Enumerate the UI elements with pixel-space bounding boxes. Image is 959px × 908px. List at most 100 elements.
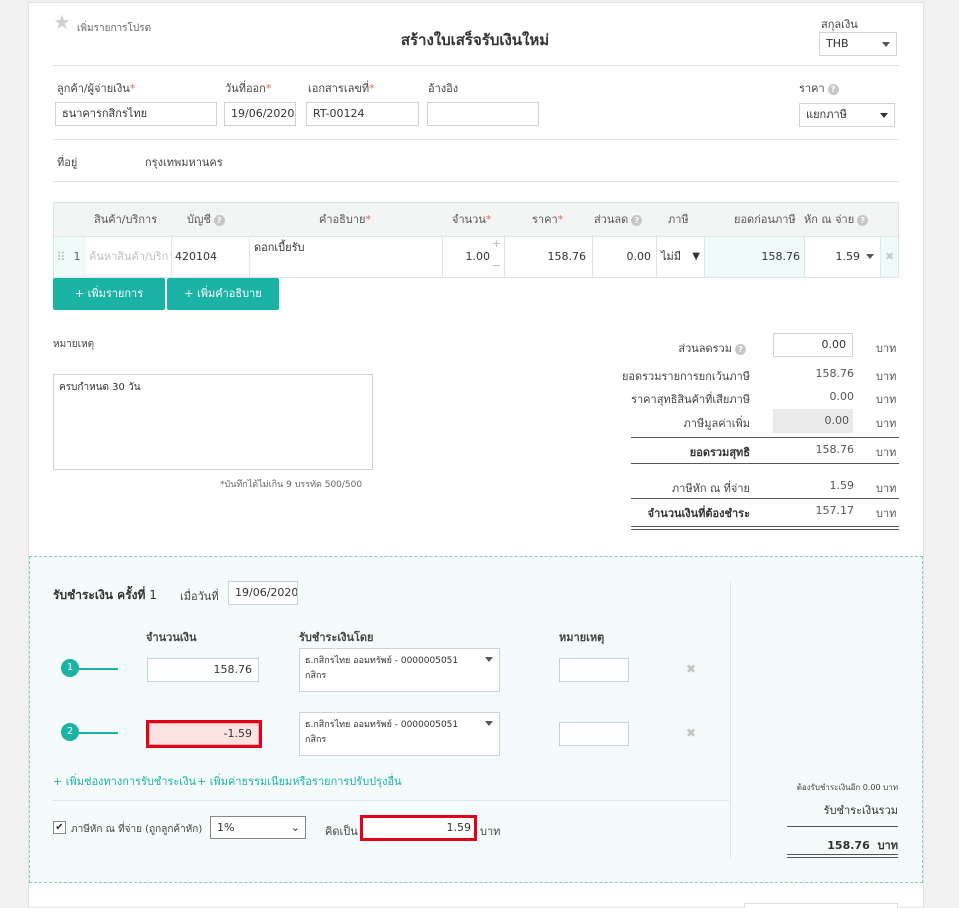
add-description-button[interactable]: + เพิ่มคำอธิบาย — [167, 278, 279, 310]
divider — [53, 139, 899, 140]
minus-icon[interactable]: − — [492, 246, 501, 277]
wht-checkbox-label: ภาษีหัก ณ ที่จ่าย (ถูกลูกค้าหัก) — [71, 824, 203, 835]
footer-bar — [744, 903, 898, 908]
wht-rate-select[interactable]: 1% ⌄ — [210, 816, 306, 839]
payment-total-rule — [787, 826, 898, 827]
customer-input[interactable]: ธนาคารกสิกรไทย — [55, 102, 217, 126]
col-pretax: ยอดก่อนภาษี — [734, 213, 796, 226]
wht-value: 1.59 — [829, 479, 855, 492]
amount-due-value: 157.17 — [815, 504, 855, 517]
vat-label: ภาษีมูลค่าเพิ่ม — [683, 417, 750, 430]
favorite-star-icon[interactable]: ★ — [53, 12, 71, 32]
price-input[interactable]: 158.76 — [505, 237, 593, 277]
remaining-label: ต้องรับชำระเงินอีก 0.00 บาท — [796, 783, 898, 792]
net-total-value: 158.76 — [815, 443, 855, 456]
address-label: ที่อยู่ — [57, 156, 78, 169]
payment-amount-input[interactable]: 158.76 — [147, 658, 259, 682]
customer-label: ลูกค้า/ผู้จ่ายเงิน* — [57, 82, 136, 95]
price-type-select[interactable]: แยกภาษี — [799, 103, 895, 127]
add-channel-link[interactable]: + เพิ่มช่องทางการรับชำระเงิน — [53, 772, 196, 790]
help-icon[interactable]: ? — [827, 83, 839, 95]
chevron-down-icon: ⌄ — [290, 821, 300, 834]
amount-due-label: จำนวนเงินที่ต้องชำระ — [647, 507, 750, 520]
add-row-button[interactable]: + เพิ่มรายการ — [53, 278, 165, 310]
payment-total-double-rule — [787, 854, 898, 858]
payment-divider — [53, 800, 729, 801]
payment-title: รับชำระเงิน ครั้งที่ 1 — [53, 588, 157, 602]
payment-amount-input[interactable]: -1.59 — [149, 723, 259, 745]
favorite-label[interactable]: เพิ่มรายการโปรด — [77, 21, 151, 36]
ref-input[interactable] — [427, 102, 539, 126]
note-header: หมายเหตุ — [559, 631, 605, 644]
unit-label: บาท — [876, 370, 897, 383]
docno-input[interactable]: RT-00124 — [306, 102, 419, 126]
remove-payment-icon[interactable]: ✖ — [686, 726, 696, 740]
unit-label: บาท — [876, 417, 897, 430]
unit-label: บาท — [876, 507, 897, 520]
unit-label: บาท — [877, 839, 898, 852]
help-icon[interactable]: ? — [735, 343, 746, 355]
date-input[interactable]: 19/06/2020 — [224, 102, 296, 126]
help-icon[interactable]: ? — [631, 214, 643, 226]
delete-row-icon[interactable]: ✖ — [881, 237, 898, 277]
method-line: ธ.กสิกรไทย ออมทรัพย์ - 0000005051 — [305, 720, 459, 730]
summary-double-rule — [631, 526, 899, 530]
chevron-down-icon — [485, 657, 493, 662]
taxable-value: 0.00 — [829, 390, 855, 403]
notes-hint: *บันทึกได้ไม่เกิน 9 บรรทัด 500/500 — [220, 480, 363, 490]
price-type-value: แยกภาษี — [806, 108, 847, 121]
remove-payment-icon[interactable]: ✖ — [686, 662, 696, 676]
wht-select[interactable]: 1.59 — [805, 237, 881, 277]
payment-total-value: 158.76 — [827, 839, 870, 852]
unit-label: บาท — [876, 342, 897, 355]
description-input[interactable]: ดอกเบี้ยรับ — [250, 237, 443, 277]
net-total-label: ยอดรวมสุทธิ — [689, 446, 750, 459]
col-discount: ส่วนลด? — [594, 203, 643, 237]
payment-date-input[interactable]: 19/06/2020 — [228, 581, 298, 605]
discount-input[interactable]: 0.00 — [593, 237, 657, 277]
payment-method-select[interactable]: ธ.กสิกรไทย ออมทรัพย์ - 0000005051 กสิกร — [299, 712, 500, 756]
payment-note-input[interactable] — [559, 722, 629, 746]
summary-rule — [631, 437, 899, 438]
notes-textarea[interactable]: ครบกำหนด 30 วัน — [53, 374, 373, 470]
chevron-down-icon — [882, 42, 890, 47]
payment-total: 158.76 บาท — [787, 836, 898, 854]
add-fee-link[interactable]: + เพิ่มค่าธรรมเนียมหรือรายการปรับปรุงอื่… — [197, 772, 402, 790]
payment-date-label: เมื่อวันที่ — [180, 590, 219, 603]
col-account: บัญชี? — [187, 203, 225, 237]
notes-label: หมายเหตุ — [53, 339, 95, 350]
table-header: สินค้า/บริการ บัญชี? คำอธิบาย* จำนวน* รา… — [54, 203, 898, 237]
currency-select[interactable]: THB — [819, 32, 897, 56]
currency-label: สกุลเงิน — [821, 18, 858, 31]
calc-value: 1.59 — [363, 818, 474, 838]
help-icon[interactable]: ? — [213, 214, 225, 226]
method-line: กสิกร — [305, 671, 327, 681]
payment-method-select[interactable]: ธ.กสิกรไทย ออมทรัพย์ - 0000005051 กสิกร — [299, 648, 500, 692]
col-price: ราคา* — [532, 213, 564, 226]
account-input[interactable]: 420104 — [172, 237, 250, 277]
product-search-input[interactable]: ค้นหาสินค้า/บริการ — [86, 237, 172, 277]
chevron-down-icon: ▼ — [692, 251, 700, 262]
method-line: กสิกร — [305, 735, 327, 745]
chevron-down-icon — [880, 113, 888, 118]
help-icon[interactable]: ? — [857, 214, 869, 226]
qty-value: 1.00 — [465, 250, 491, 263]
col-tax: ภาษี — [668, 213, 689, 226]
payment-row-number: 2 — [61, 723, 79, 741]
chevron-down-icon — [866, 254, 874, 259]
items-table: สินค้า/บริการ บัญชี? คำอธิบาย* จำนวน* รา… — [53, 202, 899, 278]
wht-rate-value: 1% — [217, 821, 235, 834]
tax-select[interactable]: ไม่มี ▼ — [657, 237, 705, 277]
method-line: ธ.กสิกรไทย ออมทรัพย์ - 0000005051 — [305, 656, 459, 666]
connector-line — [78, 732, 118, 734]
discount-total-input[interactable]: 0.00 — [773, 333, 853, 357]
docno-label: เอกสารเลขที่* — [308, 82, 375, 95]
unit-label: บาท — [876, 393, 897, 406]
summary-rule — [631, 498, 899, 499]
drag-handle-icon[interactable]: ⠿ — [54, 237, 68, 277]
wht-checkbox[interactable]: ✔ — [53, 821, 66, 834]
address-value: กรุงเทพมหานคร — [145, 156, 223, 169]
payment-note-input[interactable] — [559, 658, 629, 682]
unit-label: บาท — [876, 482, 897, 495]
qty-input[interactable]: 1.00 + − — [443, 237, 505, 277]
